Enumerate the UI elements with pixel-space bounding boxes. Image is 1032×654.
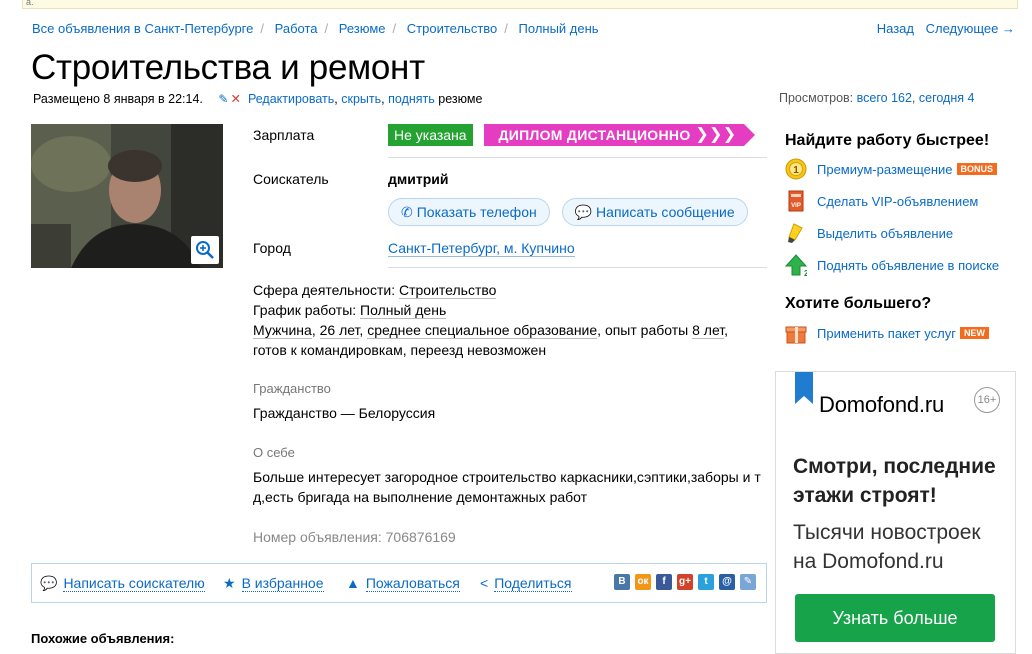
sidebar-heading-faster: Найдите работу быстрее! [785, 132, 990, 149]
search-icon[interactable]: a. [26, 0, 34, 7]
banner-logo: Domofond.ru [819, 392, 944, 417]
breadcrumb-work[interactable]: Работа [275, 21, 318, 36]
bonus-badge: BONUS [956, 163, 998, 175]
zoom-icon[interactable] [191, 236, 219, 264]
meta-suffix: резюме [438, 92, 483, 106]
applicant-name: дмитрий [388, 171, 449, 187]
complain-button[interactable]: ▲ Пожаловаться [346, 575, 460, 592]
field-value: Строительство [398, 282, 497, 299]
gift-box-icon [785, 326, 807, 344]
breadcrumb-full-day[interactable]: Полный день [519, 21, 599, 36]
breadcrumb-construction[interactable]: Строительство [407, 21, 497, 36]
star-icon: ★ [223, 575, 236, 591]
chat-bubble-icon: 💬 [574, 204, 593, 220]
posted-date: Размещено 8 января в 22:14. [33, 92, 203, 106]
pencil-icon: ✎ [218, 92, 229, 106]
about-text: Больше интересует загородное строительст… [253, 469, 761, 505]
svg-text:1: 1 [793, 165, 799, 176]
vk-icon[interactable]: В [614, 574, 630, 590]
edit-link[interactable]: Редактировать [248, 92, 334, 106]
top-search-strip: a. [22, 0, 1018, 9]
svg-text:2: 2 [804, 269, 807, 276]
divider [388, 157, 767, 158]
vip-document-icon: VIP [788, 190, 804, 212]
chat-bubble-icon: 💬 [40, 575, 58, 591]
city-label: Город [253, 240, 291, 256]
salary-label: Зарплата [253, 127, 315, 143]
breadcrumb-resume[interactable]: Резюме [339, 21, 386, 36]
views-counter: Просмотров: всего 162, сегодня 4 [779, 91, 975, 105]
prev-next-nav: Назад Следующее → [877, 21, 1015, 36]
back-link[interactable]: Назад [877, 21, 914, 36]
applicant-label: Соискатель [253, 171, 329, 187]
about-heading: О себе [253, 445, 295, 460]
divider [388, 267, 767, 268]
learn-more-button[interactable]: Узнать больше [795, 594, 995, 642]
warning-icon: ▲ [346, 575, 360, 591]
hide-link[interactable]: скрыть [341, 92, 381, 106]
page-title: Строительства и ремонт [31, 48, 425, 87]
applicant-photo[interactable] [31, 124, 223, 268]
views-today-link[interactable]: сегодня 4 [919, 91, 975, 105]
citizenship-heading: Гражданство [253, 381, 331, 396]
banner-headline: Смотри, последние этажи строят! [793, 455, 996, 507]
twitter-icon[interactable]: t [698, 574, 714, 590]
city-link[interactable]: Санкт-Петербург, м. Купчино [388, 240, 575, 257]
sidebar-heading-more: Хотите большего? [785, 295, 932, 312]
google-plus-icon[interactable]: g+ [677, 574, 693, 590]
new-badge: NEW [959, 327, 989, 339]
banner-text: Тысячи новостроек на Domofond.ru [793, 521, 981, 573]
facebook-icon[interactable]: f [656, 574, 672, 590]
domofond-banner-ad[interactable]: Domofond.ru 16+ Смотри, последние этажи … [775, 371, 1016, 654]
share-icon: < [480, 575, 489, 591]
livejournal-icon[interactable]: ✎ [740, 574, 756, 590]
citizenship-text: Гражданство — Белоруссия [253, 405, 436, 421]
write-applicant-button[interactable]: 💬 Написать соискателю [40, 575, 205, 592]
views-total-link[interactable]: всего 162 [857, 91, 912, 105]
next-link[interactable]: Следующее → [926, 21, 1015, 36]
odnoklassniki-icon[interactable]: ок [635, 574, 651, 590]
breadcrumb: Все объявления в Санкт-Петербурге / Работ… [32, 21, 599, 36]
similar-ads-heading: Похожие объявления: [31, 631, 175, 646]
mail-ru-icon[interactable]: @ [719, 574, 735, 590]
schedule-value: Полный день [360, 302, 447, 319]
share-button[interactable]: < Поделиться [480, 575, 572, 592]
resume-description: Сфера деятельности: Строительство График… [253, 282, 729, 358]
arrows-icon: ❯❯❯ [695, 126, 737, 143]
breadcrumb-all-ads[interactable]: Все объявления в Санкт-Петербурге [32, 21, 253, 36]
action-bar: 💬 Написать соискателю ★ В избранное ▲ Пожал… [31, 563, 767, 603]
close-icon[interactable]: ✕ [230, 92, 240, 106]
show-phone-button[interactable]: ✆ Показать телефон [388, 198, 550, 226]
salary-value: Не указана [388, 124, 473, 146]
svg-text:VIP: VIP [791, 203, 801, 209]
bookmark-flag-icon [795, 372, 813, 404]
age-rating-badge: 16+ [974, 387, 1000, 413]
ad-meta: Размещено 8 января в 22:14. ✎ ✕ Редактиров… [33, 92, 483, 106]
highlighter-icon [788, 223, 803, 243]
promo-banner[interactable]: ДИПЛОМ ДИСТАНЦИОННО ❯❯❯ [484, 124, 756, 146]
ad-number: Номер объявления: 706876169 [253, 529, 456, 545]
gold-coin-icon: 1 [785, 158, 807, 180]
green-arrow-up-icon: 2 [785, 254, 807, 276]
phone-icon: ✆ [401, 204, 413, 220]
raise-link[interactable]: поднять [388, 92, 435, 106]
favorite-button[interactable]: ★ В избранное [223, 575, 324, 592]
write-message-button[interactable]: 💬 Написать сообщение [561, 198, 748, 226]
